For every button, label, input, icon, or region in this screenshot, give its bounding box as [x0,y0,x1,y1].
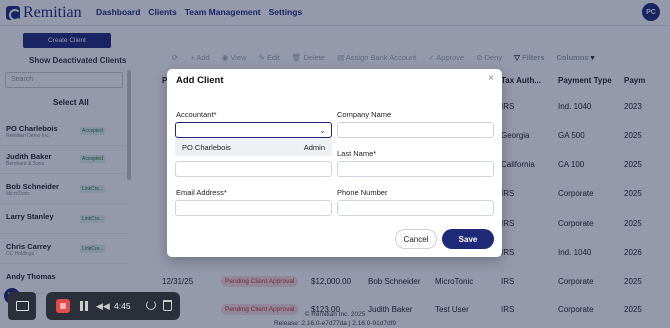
recorder-bar: ◀◀ 4:45 [46,292,180,320]
option-name: PO Charlebois [182,143,231,152]
camera-icon[interactable] [8,292,36,320]
recording-time: 4:45 [114,301,131,311]
first-name-field[interactable] [175,161,332,177]
accountant-dropdown-option[interactable]: PO Charlebois Admin [175,138,332,156]
rewind-icon[interactable]: ◀◀ [96,301,110,312]
chevron-down-icon: ⌄ [319,126,326,135]
accountant-label: Accountant* [176,110,217,119]
add-client-modal: Add Client × Accountant* ⌄ PO Charlebois… [167,69,502,257]
accountant-select[interactable]: ⌄ [175,122,332,138]
trash-icon[interactable] [163,300,172,311]
last-name-label: Last Name* [337,149,377,158]
option-role: Admin [303,143,325,152]
save-button[interactable]: Save [442,229,494,249]
phone-field[interactable] [337,200,494,216]
phone-label: Phone Number [337,188,388,197]
close-icon[interactable]: × [488,73,494,84]
pause-icon[interactable] [80,301,88,311]
restart-icon[interactable] [146,300,156,310]
cancel-button[interactable]: Cancel [395,229,437,249]
last-name-field[interactable] [337,161,494,177]
email-label: Email Address* [176,188,227,197]
email-field[interactable] [175,200,332,216]
screen-recorder-controls: ◀◀ 4:45 [8,292,188,320]
company-name-field[interactable] [337,122,494,138]
modal-title: Add Client [176,75,224,86]
stop-recording-icon[interactable] [56,299,70,313]
company-name-label: Company Name [337,110,392,119]
